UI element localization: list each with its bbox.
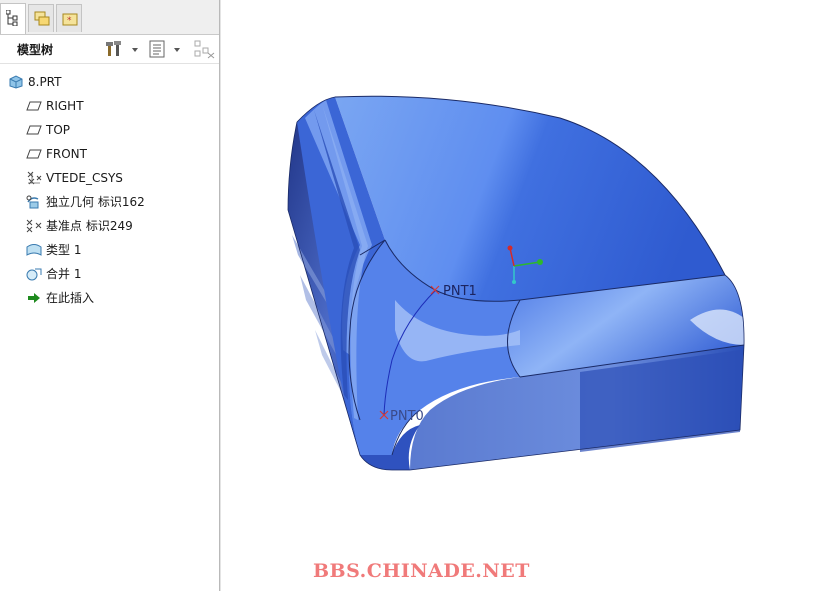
navigator-tab-bar: * xyxy=(0,0,219,35)
settings-icon xyxy=(106,41,121,56)
graphics-viewport[interactable]: PNT1 PNT0 xyxy=(222,0,822,591)
tree-item-label: 独立几何 标识162 xyxy=(46,195,145,209)
folder-browser-tab[interactable] xyxy=(28,4,54,32)
filter-tool[interactable] xyxy=(194,39,216,59)
filter-icon xyxy=(194,40,215,59)
chevron-down-icon xyxy=(132,48,138,52)
show-tool[interactable] xyxy=(149,39,185,59)
insert-here-arrow-icon xyxy=(28,293,40,303)
tree-item-label: 合并 1 xyxy=(46,267,82,281)
tree-item-label: 基准点 标识249 xyxy=(46,219,133,233)
tree-item-label: 类型 1 xyxy=(46,243,82,257)
tree-item-label: RIGHT xyxy=(46,99,84,113)
datum-plane-icon xyxy=(26,125,42,135)
tree-item-label: 在此插入 xyxy=(46,291,95,305)
model-tree-tab[interactable] xyxy=(0,3,26,34)
favorites-icon: * xyxy=(62,13,78,26)
tree-item-label: VTEDE_CSYS xyxy=(46,171,123,185)
tree-icon xyxy=(6,10,18,26)
favorites-tab[interactable]: * xyxy=(56,4,82,32)
datum-point-icon xyxy=(26,219,42,233)
tree-item-label: TOP xyxy=(46,123,71,137)
independent-geometry-icon xyxy=(26,195,39,209)
style-surface-icon xyxy=(26,244,42,256)
part-icon xyxy=(9,75,23,89)
model-tree-title: 模型树 xyxy=(17,43,54,57)
merge-icon xyxy=(26,268,42,281)
model-tree-panel: * 模型树 8.PRT RIGHT TOP FRONT VTEDE_CSYS 独… xyxy=(0,0,220,591)
tree-item-label: FRONT xyxy=(46,147,87,161)
tree-item-label: 8.PRT xyxy=(28,75,62,89)
datum-plane-icon xyxy=(26,149,42,159)
coordinate-system-icon xyxy=(27,171,42,185)
svg-text:*: * xyxy=(67,16,72,26)
pnt0-label: PNT0 xyxy=(390,409,424,424)
show-icon xyxy=(149,40,165,58)
settings-tool[interactable] xyxy=(106,39,142,59)
watermark: BBS.CHINADE.NET xyxy=(313,560,530,582)
model-render: PNT1 PNT0 xyxy=(287,95,745,471)
pnt1-label: PNT1 xyxy=(443,284,477,299)
folder-icon xyxy=(34,11,50,26)
datum-plane-icon xyxy=(26,101,42,111)
chevron-down-icon xyxy=(174,48,180,52)
model-tree-header: 模型树 xyxy=(0,35,219,64)
